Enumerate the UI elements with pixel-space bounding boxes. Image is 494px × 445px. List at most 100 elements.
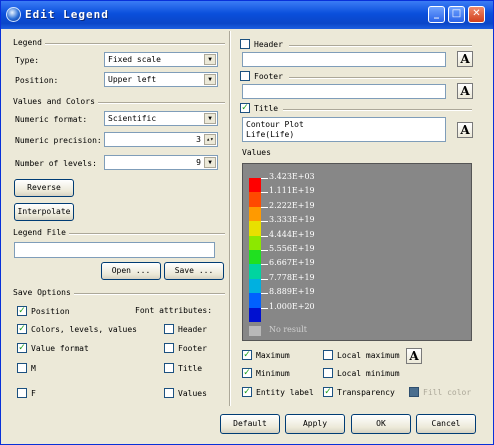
maximum-checkbox[interactable]: ✓ xyxy=(242,350,252,360)
legend-value-label: 2.222E+19 xyxy=(269,200,315,210)
footer-label: Footer xyxy=(254,72,283,81)
legend-color-band xyxy=(249,192,261,207)
legend-preview: 3.423E+03 1.111E+19 2.222E+19 3.333E+19 4.44… xyxy=(242,163,472,341)
footer-font-button[interactable]: A xyxy=(457,83,473,99)
legend-color-band xyxy=(249,293,261,308)
legend-tick xyxy=(261,250,268,251)
entity-label-checkbox[interactable]: ✓ xyxy=(242,387,252,397)
open-button[interactable]: Open ... xyxy=(101,262,161,280)
footer-input[interactable] xyxy=(242,84,446,99)
levels-label: Number of levels: xyxy=(15,159,97,168)
header-input[interactable] xyxy=(242,52,446,67)
interpolate-button[interactable]: Interpolate xyxy=(14,203,74,221)
legend-color-band xyxy=(249,235,261,250)
legend-tick xyxy=(261,192,268,194)
minimize-button[interactable]: _ xyxy=(428,6,445,23)
save-colors-label: Colors, levels, values xyxy=(31,325,137,334)
save-value-format-label: Value format xyxy=(31,344,89,353)
save-m-label: M xyxy=(31,364,36,373)
legend-tick xyxy=(261,293,268,295)
numeric-format-select[interactable]: Scientific ▼ xyxy=(104,111,218,126)
font-values-label: Values xyxy=(178,389,207,398)
legend-color-band xyxy=(249,264,261,279)
apply-button[interactable]: Apply xyxy=(285,414,345,434)
save-file-button[interactable]: Save ... xyxy=(164,262,224,280)
values-colors-group-title: Values and Colors xyxy=(13,97,98,106)
maximize-button[interactable]: □ xyxy=(448,6,465,23)
legend-color-band xyxy=(249,250,261,265)
spinner-arrows-icon[interactable]: ▴▾ xyxy=(204,134,216,145)
legend-color-band xyxy=(249,206,261,222)
footer-checkbox[interactable] xyxy=(240,71,250,81)
title-font-button[interactable]: A xyxy=(457,122,473,138)
font-footer-label: Footer xyxy=(178,344,207,353)
font-header-label: Header xyxy=(178,325,207,334)
legend-color-band xyxy=(249,178,261,193)
default-button[interactable]: Default xyxy=(220,414,280,434)
no-result-swatch xyxy=(249,326,261,336)
font-header-checkbox[interactable] xyxy=(164,324,174,334)
header-label: Header xyxy=(254,40,283,49)
legend-value-label: 8.889E+19 xyxy=(269,287,315,297)
chevron-down-icon[interactable]: ▼ xyxy=(204,113,216,124)
position-label: Position: xyxy=(15,76,59,85)
type-select-value: Fixed scale xyxy=(108,55,161,64)
type-select[interactable]: Fixed scale ▼ xyxy=(104,52,218,67)
legend-value-label: 1.000E+20 xyxy=(269,301,315,311)
levels-select[interactable]: 9 ▼ xyxy=(104,155,218,170)
options-font-button[interactable]: A xyxy=(406,348,422,364)
legend-tick xyxy=(261,221,268,223)
close-button[interactable]: ✕ xyxy=(468,6,485,23)
local-maximum-label: Local maximum xyxy=(337,351,400,360)
legend-color-band xyxy=(249,307,261,322)
header-font-button[interactable]: A xyxy=(457,51,473,67)
save-f-checkbox[interactable] xyxy=(17,388,27,398)
local-minimum-label: Local minimum xyxy=(337,369,400,378)
numeric-format-label: Numeric format: xyxy=(15,115,88,124)
save-options-group-title: Save Options xyxy=(13,288,74,297)
minimum-checkbox[interactable]: ✓ xyxy=(242,368,252,378)
position-select[interactable]: Upper left ▼ xyxy=(104,72,218,87)
legend-color-band xyxy=(249,221,261,236)
legend-file-input[interactable] xyxy=(14,242,215,258)
fill-color-swatch[interactable] xyxy=(409,387,419,397)
font-attributes-label: Font attributes: xyxy=(135,306,213,315)
numeric-precision-spinner[interactable]: 3 ▴▾ xyxy=(104,132,218,147)
ok-button[interactable]: OK xyxy=(351,414,411,434)
transparency-label: Transparency xyxy=(337,388,395,397)
header-checkbox[interactable] xyxy=(240,39,250,49)
transparency-checkbox[interactable]: ✓ xyxy=(323,387,333,397)
font-values-checkbox[interactable] xyxy=(164,388,174,398)
title-bar[interactable]: Edit Legend _ □ ✕ xyxy=(1,1,493,29)
column-separator xyxy=(229,31,231,406)
legend-tick xyxy=(261,264,268,266)
save-value-format-checkbox[interactable]: ✓ xyxy=(17,343,27,353)
chevron-down-icon[interactable]: ▼ xyxy=(204,74,216,85)
numeric-format-value: Scientific xyxy=(108,114,157,123)
legend-tick xyxy=(261,278,268,280)
local-maximum-checkbox[interactable] xyxy=(323,350,333,360)
no-result-label: No result xyxy=(269,325,307,334)
legend-group-title: Legend xyxy=(13,38,45,47)
app-icon xyxy=(6,7,21,22)
legend-file-group-title: Legend File xyxy=(13,228,69,237)
cancel-button[interactable]: Cancel xyxy=(416,414,476,434)
chevron-down-icon[interactable]: ▼ xyxy=(204,54,216,65)
levels-value: 9 xyxy=(196,158,201,167)
title-textarea[interactable]: Contour Plot Life(Life) xyxy=(242,117,446,142)
save-colors-checkbox[interactable]: ✓ xyxy=(17,324,27,334)
legend-value-label: 7.778E+19 xyxy=(269,272,315,282)
font-footer-checkbox[interactable] xyxy=(164,343,174,353)
save-m-checkbox[interactable] xyxy=(17,363,27,373)
chevron-down-icon[interactable]: ▼ xyxy=(204,157,216,168)
reverse-button[interactable]: Reverse xyxy=(14,179,74,197)
maximum-label: Maximum xyxy=(256,351,290,360)
font-title-label: Title xyxy=(178,364,203,373)
minimum-label: Minimum xyxy=(256,369,290,378)
title-line xyxy=(283,109,472,111)
font-title-checkbox[interactable] xyxy=(164,363,174,373)
local-minimum-checkbox[interactable] xyxy=(323,368,333,378)
entity-label-label: Entity label xyxy=(256,388,314,397)
title-checkbox[interactable]: ✓ xyxy=(240,103,250,113)
save-position-checkbox[interactable]: ✓ xyxy=(17,306,27,316)
